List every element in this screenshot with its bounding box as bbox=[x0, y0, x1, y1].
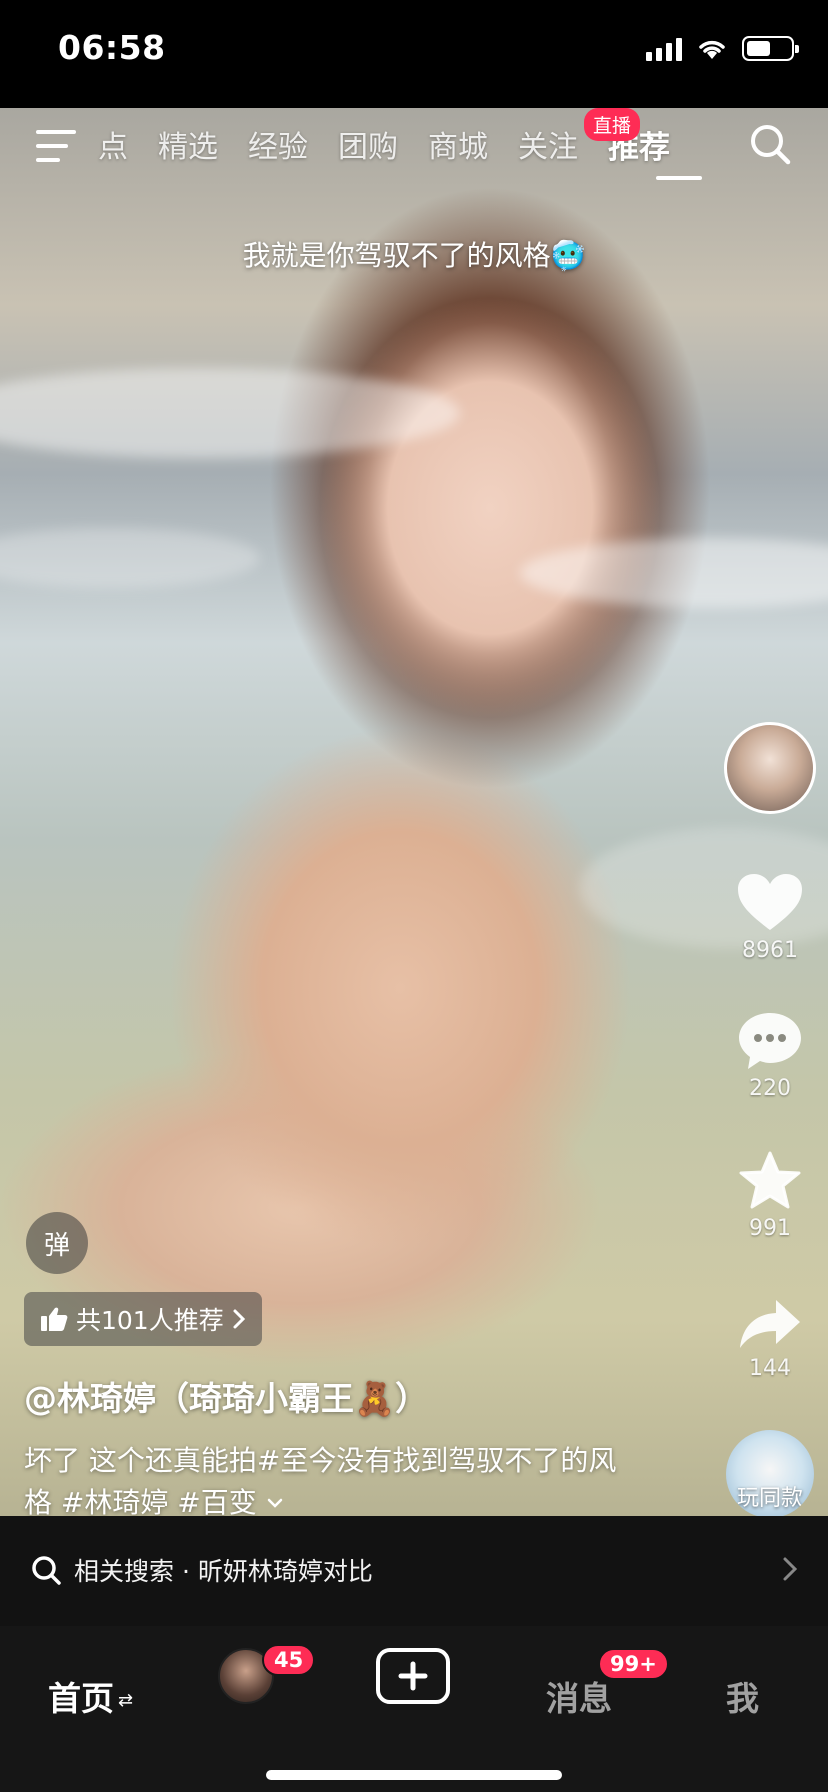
related-search-bar[interactable]: 相关搜索 · 昕妍林琦婷对比 bbox=[0, 1516, 828, 1626]
status-time: 06:58 bbox=[58, 28, 166, 67]
comment-icon bbox=[739, 1013, 801, 1069]
avatar[interactable] bbox=[724, 722, 816, 814]
tab-mall[interactable]: 商城 bbox=[428, 122, 488, 167]
wifi-icon bbox=[699, 40, 725, 59]
heart-icon bbox=[738, 874, 802, 930]
danmu-toggle-button[interactable]: 弹 bbox=[26, 1212, 88, 1274]
battery-icon bbox=[742, 36, 799, 61]
tab-experience[interactable]: 经验 bbox=[248, 122, 308, 167]
tab-friends[interactable]: 45 bbox=[218, 1644, 316, 1704]
menu-icon[interactable] bbox=[36, 128, 76, 164]
friends-badge: 45 bbox=[262, 1644, 316, 1676]
status-icons bbox=[646, 36, 799, 61]
tab-hot[interactable]: 点 bbox=[98, 122, 128, 167]
like-button[interactable]: 8961 bbox=[722, 872, 818, 963]
tab-following[interactable]: 关注 bbox=[518, 122, 578, 167]
search-icon bbox=[32, 1556, 61, 1585]
share-count: 144 bbox=[749, 1356, 791, 1381]
active-tab-underline bbox=[656, 176, 702, 180]
post-description[interactable]: 坏了 这个还真能拍#至今没有找到驾驭不了的风格 #林琦婷 #百变 bbox=[24, 1440, 644, 1524]
chevron-right-icon bbox=[233, 1309, 245, 1329]
creator-avatar[interactable] bbox=[722, 722, 818, 814]
same-style-label: 玩同款 bbox=[736, 1486, 803, 1511]
battery-fill bbox=[747, 41, 771, 56]
post-description-text: 坏了 这个还真能拍#至今没有找到驾驭不了的风格 #林琦婷 #百变 bbox=[24, 1444, 617, 1519]
star-icon bbox=[739, 1151, 801, 1209]
share-arrow-icon bbox=[740, 1300, 800, 1348]
tab-featured[interactable]: 精选 bbox=[158, 122, 218, 167]
favorite-button[interactable]: 991 bbox=[722, 1150, 818, 1241]
status-bar: 06:58 bbox=[0, 0, 828, 108]
wave-decor bbox=[520, 538, 828, 608]
like-count: 8961 bbox=[742, 938, 798, 963]
messages-badge: 99+ bbox=[598, 1648, 669, 1680]
bottom-tab-bar: 首页 ⇄ 45 消息 99+ 我 bbox=[0, 1626, 828, 1792]
wave-decor bbox=[0, 368, 460, 458]
thumbs-up-icon bbox=[41, 1307, 68, 1331]
related-search-label: 相关搜索 · 昕妍林琦婷对比 bbox=[74, 1557, 373, 1586]
search-icon[interactable] bbox=[746, 120, 794, 168]
comment-count: 220 bbox=[749, 1076, 791, 1101]
tab-messages-label: 消息 bbox=[546, 1679, 612, 1718]
top-nav: 点 精选 经验 团购 商城 关注 推荐 直播 bbox=[0, 108, 828, 204]
recommend-chip[interactable]: 共101人推荐 bbox=[24, 1292, 262, 1346]
create-post-button[interactable] bbox=[376, 1648, 450, 1704]
tab-me[interactable]: 我 bbox=[726, 1672, 759, 1720]
wave-decor bbox=[0, 528, 260, 588]
related-search-content: 相关搜索 · 昕妍林琦婷对比 bbox=[30, 1552, 373, 1588]
tab-home-label: 首页 bbox=[48, 1679, 114, 1718]
comment-button[interactable]: 220 bbox=[722, 1010, 818, 1101]
tab-messages[interactable]: 消息 99+ bbox=[546, 1648, 669, 1720]
video-overlay-caption: 我就是你驾驭不了的风格🥶 bbox=[242, 239, 586, 272]
tab-group-buy[interactable]: 团购 bbox=[338, 122, 398, 167]
share-button[interactable]: 144 bbox=[722, 1296, 818, 1381]
live-badge[interactable]: 直播 bbox=[584, 108, 641, 141]
same-style-button[interactable]: 玩同款 bbox=[726, 1430, 814, 1518]
plus-icon bbox=[398, 1661, 428, 1691]
home-indicator bbox=[266, 1770, 562, 1780]
recommend-chip-label: 共101人推荐 bbox=[76, 1306, 224, 1335]
signal-icon bbox=[646, 37, 682, 61]
tab-home[interactable]: 首页 ⇄ bbox=[48, 1672, 133, 1720]
author-name[interactable]: @林琦婷（琦琦小霸王🧸） bbox=[24, 1372, 428, 1420]
swap-icon: ⇄ bbox=[118, 1690, 134, 1711]
chevron-right-icon bbox=[783, 1557, 798, 1581]
chevron-down-icon[interactable] bbox=[266, 1497, 284, 1511]
favorite-count: 991 bbox=[749, 1216, 791, 1241]
